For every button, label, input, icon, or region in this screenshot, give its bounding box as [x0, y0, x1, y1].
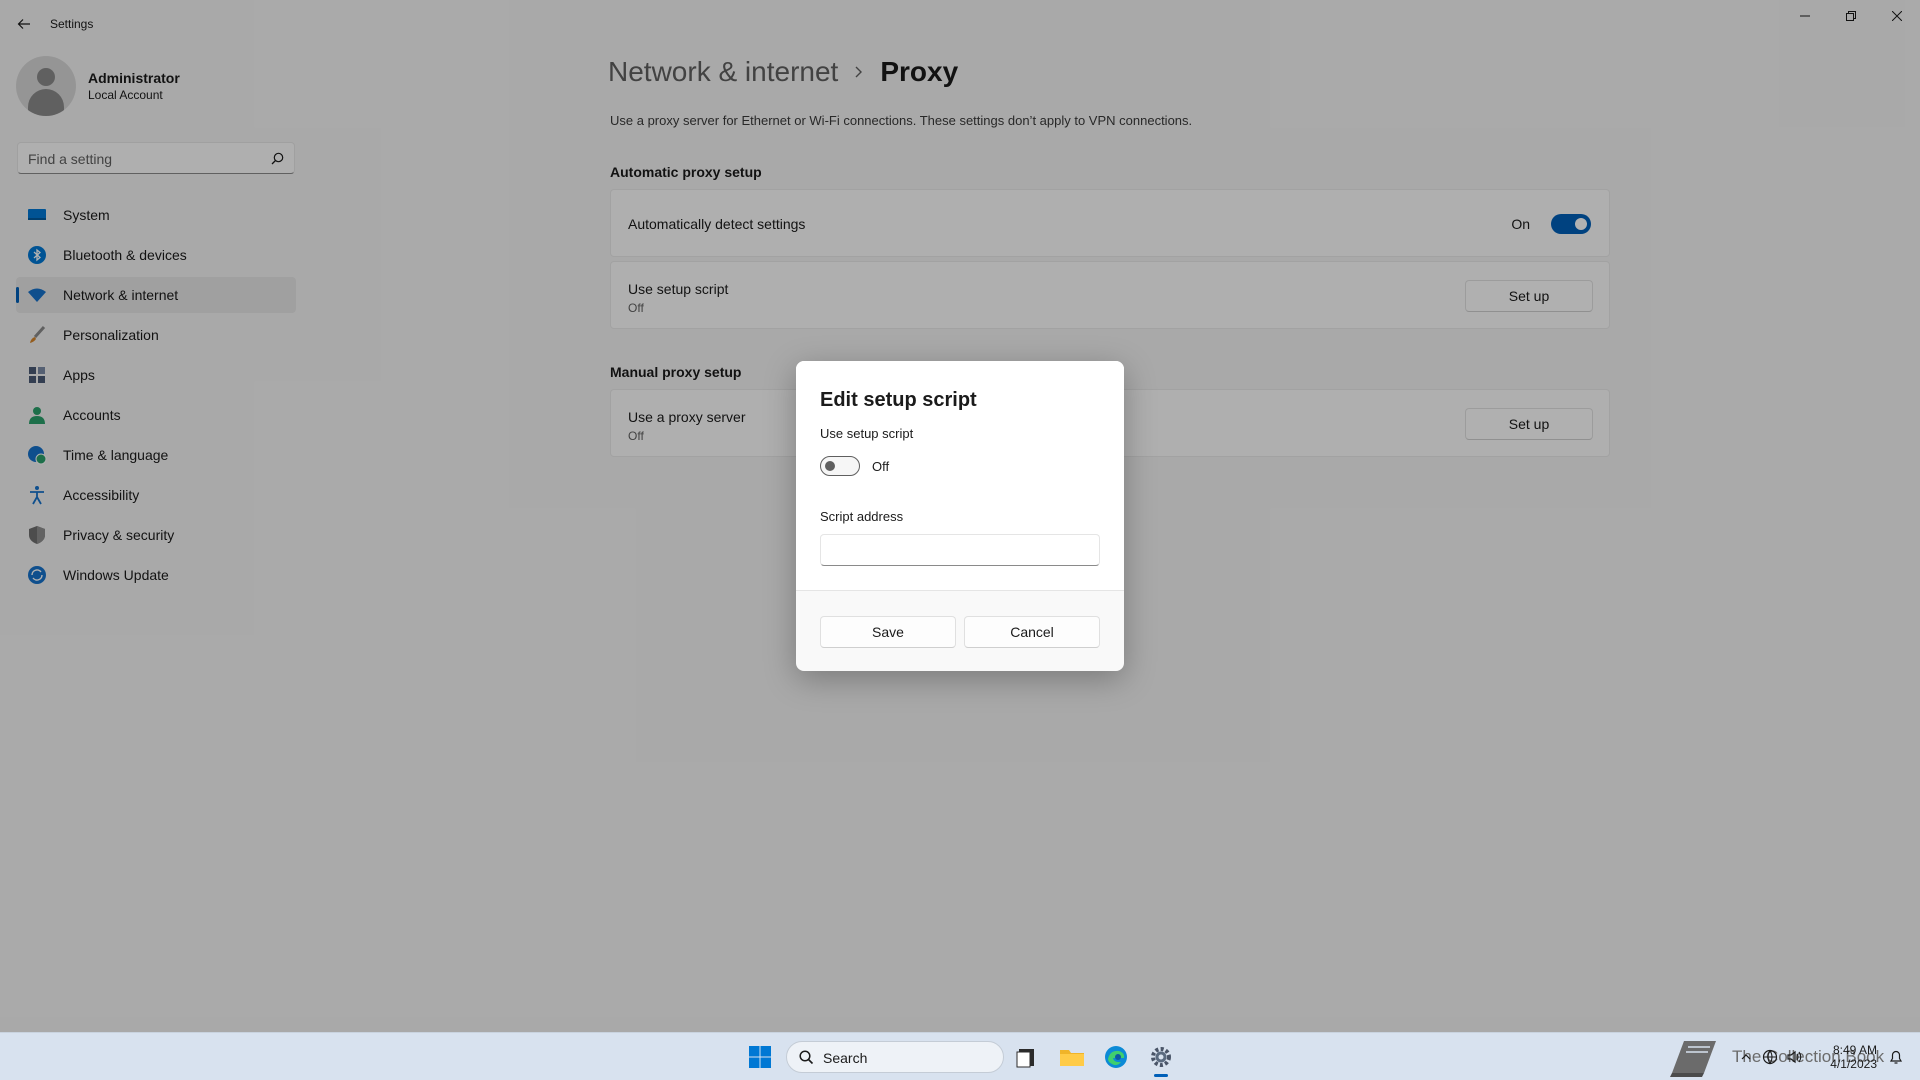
- cancel-button[interactable]: Cancel: [964, 616, 1100, 648]
- notification-icon: [1889, 1050, 1903, 1064]
- clock-time: 8:49 AM: [1832, 1043, 1877, 1057]
- edge-browser-button[interactable]: [1100, 1041, 1132, 1073]
- clock-date: 4/1/2023: [1830, 1057, 1877, 1071]
- file-explorer-button[interactable]: [1056, 1041, 1088, 1073]
- dialog-footer: Save Cancel: [796, 590, 1124, 671]
- dialog-title: Edit setup script: [820, 389, 977, 411]
- clock[interactable]: 8:49 AM 4/1/2023: [1830, 1043, 1877, 1071]
- notifications-button[interactable]: [1884, 1041, 1908, 1073]
- active-app-indicator: [1154, 1074, 1168, 1077]
- taskbar: Search The Collection Book 8:49 AM 4/1/2…: [0, 1032, 1920, 1080]
- use-setup-script-toggle[interactable]: [820, 456, 860, 476]
- start-button[interactable]: [744, 1041, 776, 1073]
- use-setup-script-state: Off: [872, 459, 890, 474]
- folder-icon: [1060, 1050, 1084, 1066]
- edge-icon: [1105, 1046, 1127, 1068]
- task-view-icon: [1016, 1049, 1034, 1068]
- taskbar-search[interactable]: Search: [786, 1041, 1004, 1073]
- book-icon: [1666, 1033, 1720, 1080]
- windows-logo-icon: [749, 1046, 771, 1068]
- script-address-label: Script address: [820, 509, 904, 524]
- system-tray: [1740, 1033, 1804, 1080]
- gear-icon: [1151, 1047, 1171, 1067]
- save-button[interactable]: Save: [820, 616, 956, 648]
- chevron-up-icon[interactable]: [1740, 1051, 1752, 1063]
- script-address-input[interactable]: [820, 534, 1100, 566]
- task-view-button[interactable]: [1010, 1041, 1042, 1073]
- dialog-toggle-label: Use setup script: [820, 426, 914, 441]
- edit-setup-script-dialog: Edit setup script Use setup script Off S…: [796, 361, 1124, 671]
- search-icon: [799, 1050, 814, 1065]
- settings-app-button[interactable]: [1145, 1041, 1177, 1073]
- volume-icon[interactable]: [1786, 1049, 1804, 1065]
- network-icon[interactable]: [1762, 1049, 1778, 1065]
